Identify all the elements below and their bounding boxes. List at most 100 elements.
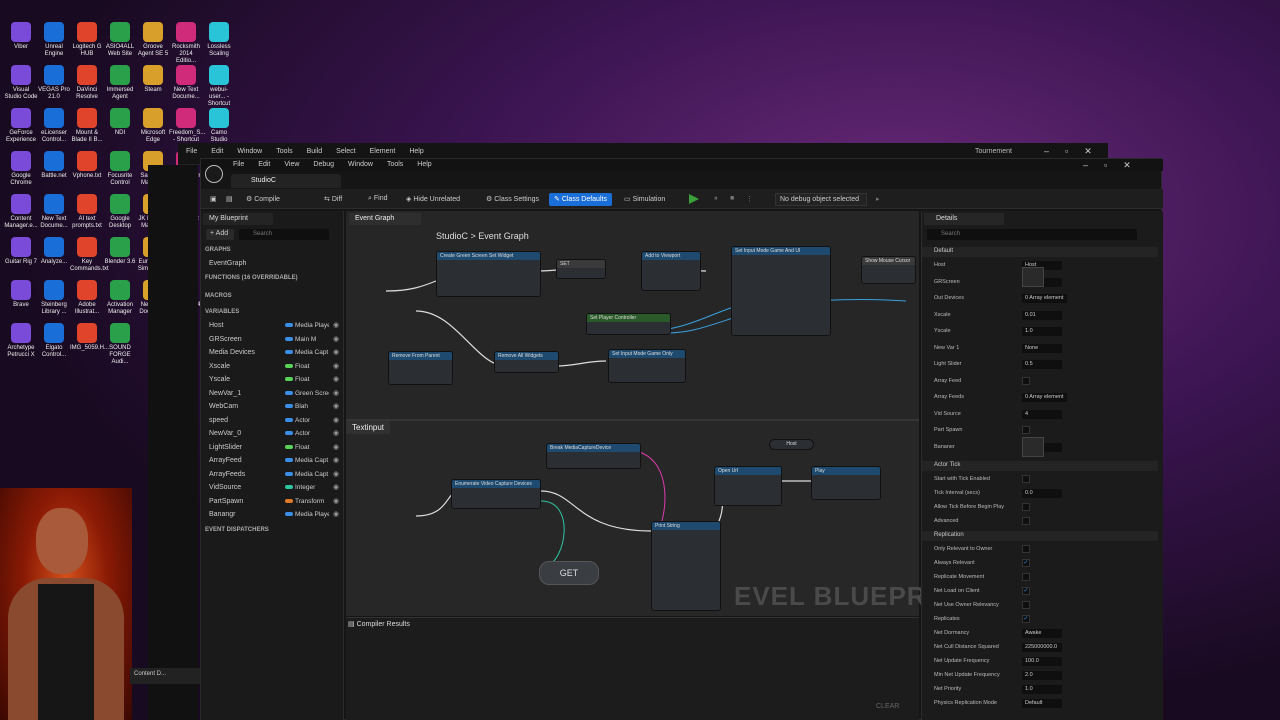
asset-tab-studioc[interactable]: StudioC [231, 174, 341, 188]
property-value[interactable] [1022, 573, 1030, 581]
variable-type[interactable]: Actor [285, 417, 329, 424]
eye-icon[interactable]: ◉ [333, 335, 339, 343]
variable-item[interactable]: LightSlider Float ◉ [209, 443, 339, 454]
eye-icon[interactable]: ◉ [333, 416, 339, 424]
variable-item[interactable]: ArrayFeeds Media Capt ◉ [209, 470, 339, 481]
desktop-icon[interactable]: Elgato Control... [37, 323, 71, 359]
maximize-icon[interactable]: ▫ [1104, 160, 1107, 171]
class-defaults-button[interactable]: ✎ Class Defaults [549, 193, 612, 206]
bg-menu-tools[interactable]: Tools [276, 148, 292, 155]
actor-tick-category[interactable]: Actor Tick [922, 461, 1158, 471]
eye-icon[interactable]: ◉ [333, 348, 339, 356]
desktop-icon[interactable]: Viber [4, 22, 38, 51]
variable-type[interactable]: Transform [285, 498, 329, 505]
remove-from-parent-node[interactable]: Remove From Parent [388, 351, 453, 385]
desktop-icon[interactable]: Freedom_S... - Shortcut [169, 108, 205, 144]
desktop-icon[interactable]: ASIO4ALL Web Site [103, 22, 137, 58]
desktop-icon[interactable]: New Text Docume... [169, 65, 203, 101]
desktop-icon[interactable]: Guitar Rig 7 [4, 237, 38, 266]
variable-type[interactable]: Integer [285, 484, 329, 491]
variable-type[interactable]: Media Playe [285, 322, 329, 329]
graphs-section[interactable]: GRAPHS [205, 247, 341, 253]
compiler-results-tab[interactable]: ▤ Compiler Results [348, 620, 410, 628]
desktop-icon[interactable]: Logitech G HUB [70, 22, 104, 58]
property-value[interactable] [1022, 426, 1030, 434]
open-url-node[interactable]: Open Url [714, 466, 782, 506]
variable-item[interactable]: GRScreen Main M ◉ [209, 335, 339, 346]
background-window-controls[interactable]: – ▫ ✕ [1044, 146, 1092, 157]
desktop-icon[interactable]: Google Chrome [4, 151, 38, 187]
menu-file[interactable]: File [233, 161, 244, 168]
property-value[interactable] [1022, 475, 1030, 483]
desktop-icon[interactable]: Focusrite Control [103, 151, 137, 187]
debug-object-select[interactable]: No debug object selected [775, 193, 867, 206]
break-media-capture-device-node[interactable]: Break MediaCaptureDevice [546, 443, 641, 469]
desktop-icon[interactable]: SOUND FORGE Audi... [103, 323, 137, 366]
desktop-icon[interactable]: Activation Manager [103, 280, 137, 316]
default-category[interactable]: Default [922, 247, 1158, 257]
property-value[interactable]: 0.0 [1022, 489, 1062, 498]
variable-type[interactable]: Media Capt [285, 457, 329, 464]
debug-filter-icon[interactable]: ▸ [871, 193, 885, 206]
menu-tools[interactable]: Tools [387, 161, 403, 168]
minimize-icon[interactable]: – [1044, 146, 1049, 157]
eye-icon[interactable]: ◉ [333, 389, 339, 397]
create-widget-node[interactable]: Create Green Screen Set Widget [436, 251, 541, 297]
bg-menu-window[interactable]: Window [237, 148, 262, 155]
browse-icon[interactable]: ▤ [221, 193, 238, 206]
print-string-node[interactable]: Print String [651, 521, 721, 611]
property-value[interactable]: None [1022, 343, 1062, 353]
desktop-icon[interactable]: Groove Agent SE 5 [136, 22, 170, 58]
desktop-icon[interactable]: Mount & Blade II B... [70, 108, 104, 144]
host-variable-node[interactable]: Host [769, 439, 814, 450]
desktop-icon[interactable]: Google Desktop [103, 194, 137, 230]
variable-item[interactable]: speed Actor ◉ [209, 416, 339, 427]
maximize-icon[interactable]: ▫ [1065, 146, 1068, 157]
property-value[interactable]: Default [1022, 699, 1062, 708]
eye-icon[interactable]: ◉ [333, 483, 339, 491]
variable-item[interactable]: Banangr Media Playe ◉ [209, 510, 339, 521]
desktop-icon[interactable]: Vphone.txt [70, 151, 104, 180]
property-value[interactable] [1022, 517, 1030, 525]
desktop-icon[interactable]: New Text Docume... [37, 194, 71, 230]
property-value[interactable]: 0 Array element [1022, 393, 1067, 402]
desktop-icon[interactable]: VEGAS Pro 21.0 [37, 65, 71, 101]
variable-item[interactable]: NewVar_1 Green Scree ◉ [209, 389, 339, 400]
stop-icon[interactable]: ■ [725, 193, 739, 206]
textinput-comment-region[interactable]: Textinput Break MediaCaptureDevice Enume… [346, 419, 970, 616]
diff-button[interactable]: ⇆ Diff [319, 193, 347, 206]
enumerate-video-devices-node[interactable]: Enumerate Video Capture Devices [451, 479, 541, 509]
my-blueprint-tab[interactable]: My Blueprint [203, 213, 273, 225]
desktop-icon[interactable]: Content Manager.e... [4, 194, 38, 230]
variable-type[interactable]: Main M [285, 336, 329, 343]
variable-type[interactable]: Blah [285, 403, 329, 410]
functions-section[interactable]: FUNCTIONS (16 OVERRIDABLE) [205, 275, 341, 281]
editor-window-controls[interactable]: – ▫ ✕ [1083, 160, 1131, 171]
desktop-icon[interactable]: Unreal Engine [37, 22, 71, 58]
desktop-icon[interactable]: Camo Studio [202, 108, 236, 144]
property-value[interactable]: 1.0 [1022, 685, 1062, 694]
play-options-icon[interactable]: ⋮ [741, 193, 758, 206]
remove-all-widgets-node[interactable]: Remove All Widgets [494, 351, 559, 373]
desktop-icon[interactable]: Steinberg Library ... [37, 280, 71, 316]
desktop-icon[interactable]: GeForce Experience [4, 108, 38, 144]
eye-icon[interactable]: ◉ [333, 443, 339, 451]
desktop-icon[interactable]: eLicenser Control... [37, 108, 71, 144]
add-to-viewport-node[interactable]: Add to Viewport [641, 251, 701, 291]
variable-type[interactable]: Float [285, 363, 329, 370]
get-node[interactable]: GET [539, 561, 599, 585]
desktop-icon[interactable]: Blender 3.6 [103, 237, 137, 266]
desktop-icon[interactable]: NDI [103, 108, 137, 137]
bg-menu-element[interactable]: Element [370, 148, 396, 155]
save-icon[interactable]: ▣ [205, 193, 222, 206]
variable-type[interactable]: Media Playe [285, 511, 329, 518]
property-value[interactable]: 1.0 [1022, 327, 1062, 336]
property-value[interactable] [1022, 601, 1030, 609]
variable-item[interactable]: VidSource Integer ◉ [209, 483, 339, 494]
desktop-icon[interactable]: Visual Studio Code [4, 65, 38, 101]
bg-menu-select[interactable]: Select [336, 148, 355, 155]
desktop-icon[interactable]: Lossless Scaling [202, 22, 236, 58]
compile-button[interactable]: ⚙ Compile [241, 193, 285, 206]
property-value[interactable] [1022, 503, 1030, 511]
set-node[interactable]: SET [556, 259, 606, 279]
